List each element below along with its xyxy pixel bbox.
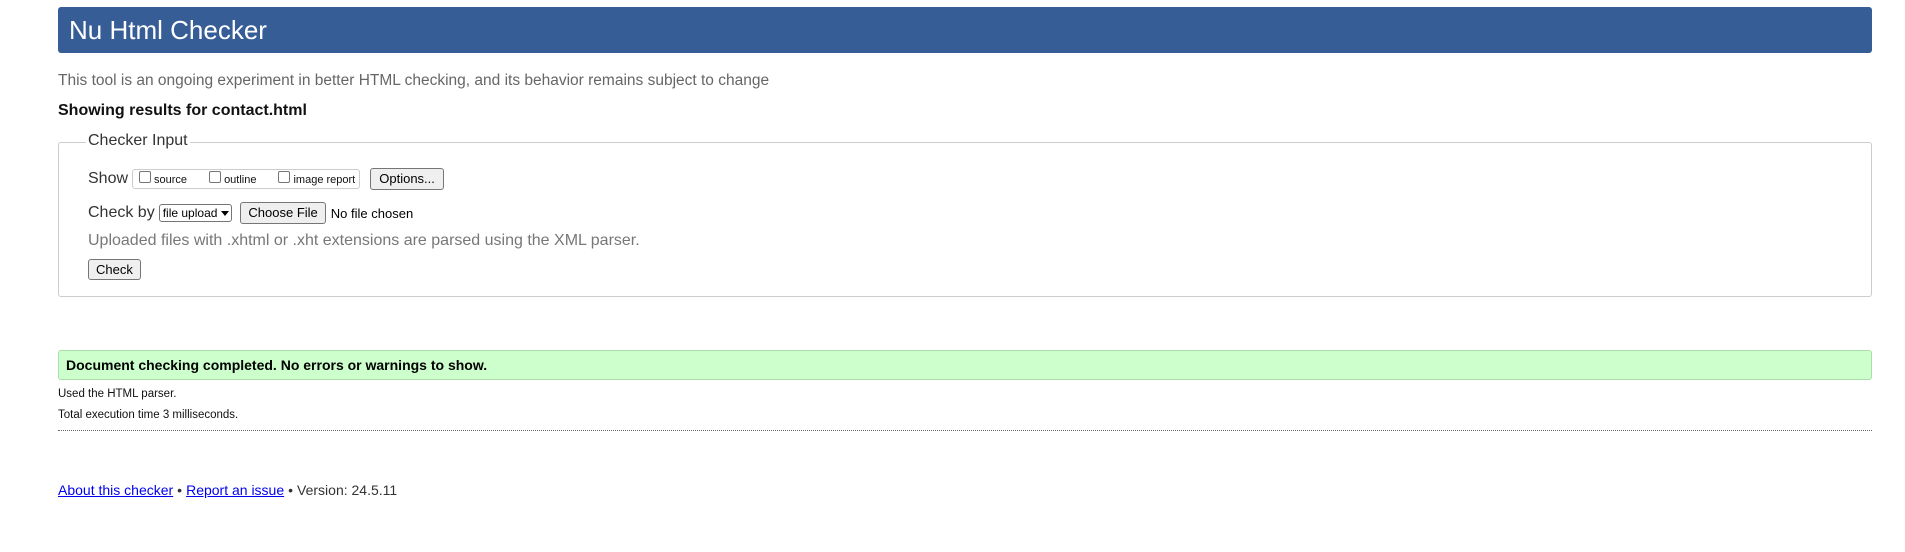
divider bbox=[58, 430, 1872, 431]
check-by-label: Check by bbox=[88, 204, 155, 221]
outline-checkbox-label[interactable]: outline bbox=[224, 174, 256, 186]
page-title: Nu Html Checker bbox=[69, 15, 267, 45]
header-bar: Nu Html Checker bbox=[58, 7, 1872, 53]
show-label: Show bbox=[88, 170, 129, 187]
source-checkbox-label[interactable]: source bbox=[154, 174, 187, 186]
checker-input-legend: Checker Input bbox=[86, 131, 190, 151]
tagline: This tool is an ongoing experiment in be… bbox=[58, 72, 770, 89]
chevron-down-icon bbox=[221, 210, 230, 216]
success-message: Document checking completed. No errors o… bbox=[66, 357, 488, 373]
parser-used-note: Used the HTML parser. bbox=[58, 388, 177, 400]
image-report-checkbox[interactable] bbox=[278, 171, 291, 183]
check-by-selected-value: file upload bbox=[162, 206, 218, 220]
check-button[interactable]: Check bbox=[88, 259, 141, 280]
check-row: Check bbox=[88, 259, 141, 280]
source-checkbox[interactable] bbox=[139, 171, 152, 183]
options-button[interactable]: Options... bbox=[370, 168, 444, 190]
outline-checkbox[interactable] bbox=[209, 171, 222, 183]
show-options-group: source outline image report bbox=[132, 169, 361, 189]
page: Nu Html Checker This tool is an ongoing … bbox=[0, 0, 1905, 552]
execution-time-note: Total execution time 3 milliseconds. bbox=[58, 409, 239, 421]
report-issue-link[interactable]: Report an issue bbox=[186, 482, 284, 498]
footer-separator: • bbox=[288, 482, 294, 498]
footer-separator: • bbox=[177, 482, 183, 498]
choose-file-button[interactable]: Choose File bbox=[240, 202, 326, 224]
version-text: Version: 24.5.11 bbox=[297, 482, 398, 498]
footer: About this checker • Report an issue • Versi… bbox=[58, 482, 397, 498]
xml-parser-note: Uploaded files with .xhtml or .xht exten… bbox=[88, 232, 640, 249]
image-report-checkbox-label[interactable]: image report bbox=[293, 174, 355, 186]
check-by-select[interactable]: file upload bbox=[158, 204, 233, 222]
check-by-row: Check by file upload Choose File No file… bbox=[88, 202, 413, 224]
about-checker-link[interactable]: About this checker bbox=[58, 482, 173, 498]
success-message-box: Document checking completed. No errors o… bbox=[58, 350, 1872, 380]
file-status: No file chosen bbox=[330, 205, 414, 221]
show-row: Show source outline image report Options… bbox=[88, 168, 444, 190]
results-heading: Showing results for contact.html bbox=[58, 102, 307, 119]
